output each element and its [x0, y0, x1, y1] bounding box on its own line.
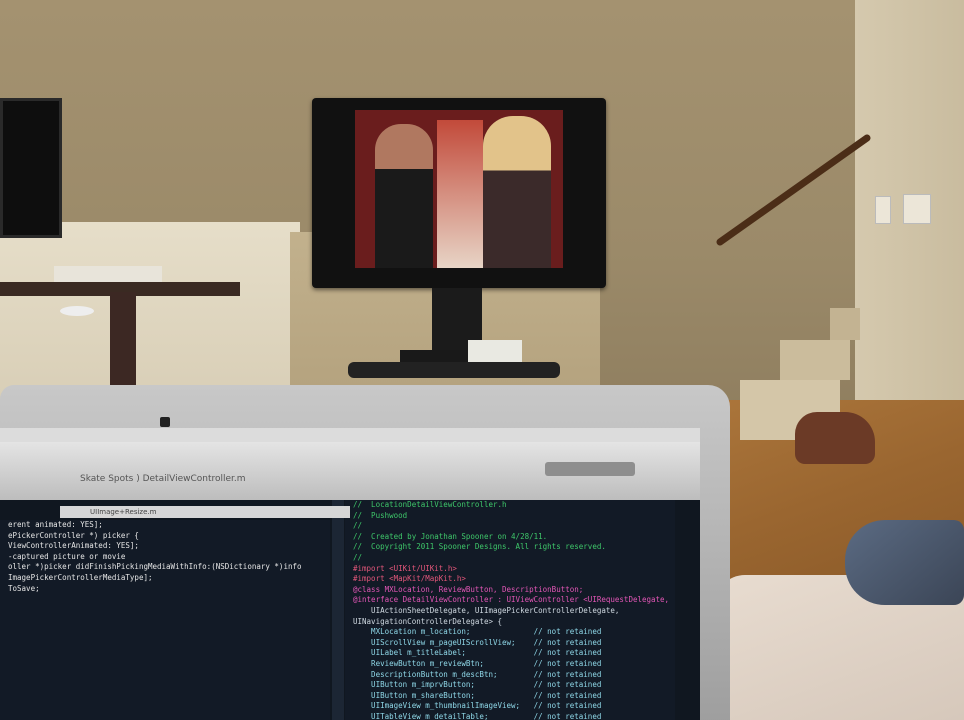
code-line: UIButton m_imprvButton; // not retained — [353, 680, 602, 690]
stair-railing — [716, 134, 871, 246]
code-line: #import <UIKit/UIKit.h> — [353, 563, 457, 573]
menu-bar — [0, 428, 700, 442]
code-line: ToSave; — [8, 583, 40, 593]
code-line: ePickerController *) picker { — [8, 530, 139, 540]
tv-screen — [355, 110, 563, 268]
device-box — [468, 340, 522, 362]
photo-scene: erent animated: YES]; ePickerController *… — [0, 0, 964, 720]
code-line: UILabel m_titleLabel; // not retained — [353, 648, 602, 658]
editor-gutter — [332, 500, 344, 720]
breadcrumb: Skate Spots ) DetailViewController.m — [80, 474, 246, 484]
computer-monitor — [0, 98, 62, 238]
code-line: UIImageView m_thumbnailImageView; // not… — [353, 701, 602, 711]
code-line: UINavigationControllerDelegate> { — [353, 616, 503, 626]
code-line: // LocationDetailViewController.h — [353, 500, 507, 509]
code-line: // — [353, 552, 363, 562]
laptop-screen: erent animated: YES]; ePickerController *… — [0, 428, 700, 720]
code-line: // — [353, 521, 363, 531]
xcode-toolbar — [0, 442, 700, 500]
code-editor-right[interactable]: // LocationDetailViewController.h// Push… — [345, 500, 675, 720]
tv-person-right — [483, 116, 551, 268]
code-line: erent animated: YES]; — [8, 520, 103, 529]
code-line: @class MXLocation, ReviewButton, Descrip… — [353, 584, 584, 594]
code-line: UIActionSheetDelegate, UIImagePickerCont… — [353, 605, 620, 615]
tv-person-left — [375, 124, 433, 268]
code-line: oller *)picker didFinishPickingMediaWith… — [8, 562, 302, 572]
code-line: UIScrollView m_pageUIScrollView; // not … — [353, 637, 602, 647]
code-line: ImagePickerControllerMediaType]; — [8, 572, 153, 582]
code-line: // Pushwood — [353, 510, 408, 520]
code-line: ViewControllerAnimated: YES]; — [8, 541, 139, 551]
code-line: ReviewButton m_reviewBtn; // not retaine… — [353, 658, 602, 668]
code-line: MXLocation m_location; // not retained — [353, 627, 602, 637]
code-line: DescriptionButton m_descBtn; // not reta… — [353, 669, 602, 679]
code-line: -captured picture or movie — [8, 551, 126, 561]
light-switch — [903, 194, 931, 224]
mouse — [60, 306, 94, 316]
tv-shelf — [348, 362, 560, 378]
editor-tab-left[interactable]: UIImage+Resize.m — [60, 506, 350, 518]
code-editor-left[interactable]: erent animated: YES]; ePickerController *… — [0, 520, 330, 720]
code-line: // Copyright 2011 Spooner Designs. All r… — [353, 542, 606, 552]
half-wall — [0, 222, 300, 407]
code-line: #import <MapKit/MapKit.h> — [353, 574, 466, 584]
code-line: UITableView m_detailTable; // not retain… — [353, 711, 602, 720]
light-switch — [875, 196, 891, 224]
code-line: UIButton m_shareButton; // not retained — [353, 690, 602, 700]
code-line: @interface DetailViewController : UIView… — [353, 595, 670, 605]
toolbar-buttons[interactable] — [545, 462, 635, 476]
bag-on-floor — [795, 412, 875, 464]
knee-in-jeans — [845, 520, 964, 605]
code-line: // Created by Jonathan Spooner on 4/28/1… — [353, 531, 548, 541]
paper-stack — [54, 266, 162, 282]
tv-background-crowd — [437, 120, 483, 268]
webcam — [160, 417, 170, 427]
